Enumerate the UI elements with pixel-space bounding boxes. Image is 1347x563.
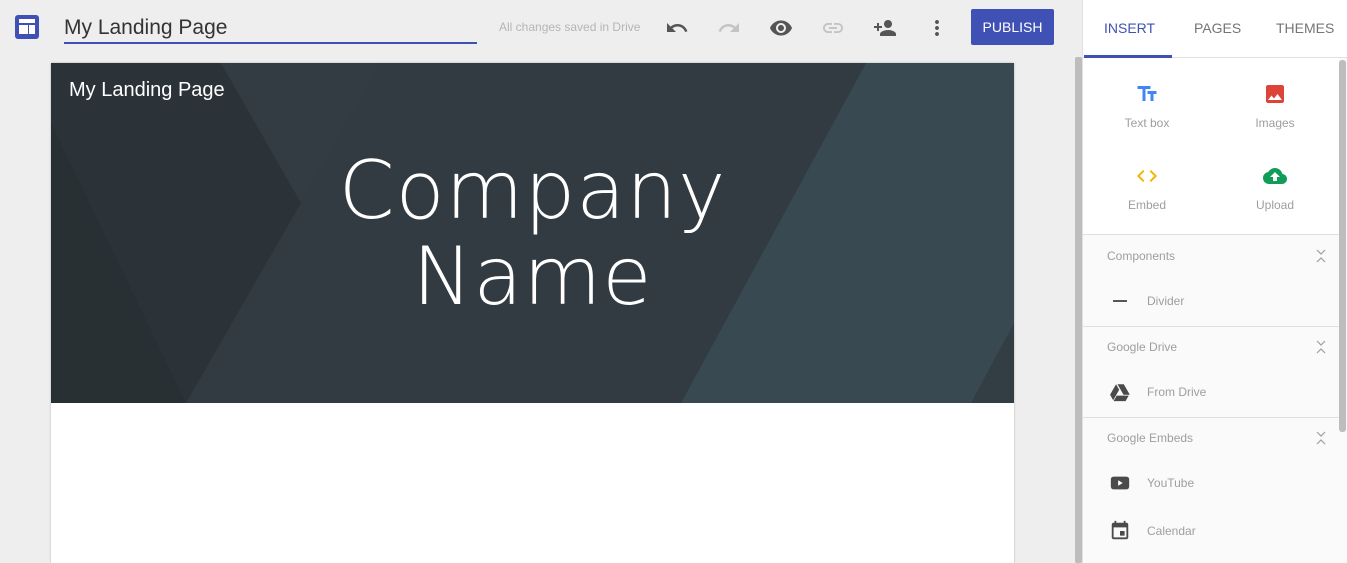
components-header: Components bbox=[1107, 249, 1176, 263]
canvas-scrollbar[interactable] bbox=[1075, 57, 1082, 563]
panel-tabs: INSERT PAGES THEMES bbox=[1083, 0, 1347, 58]
youtube-label: YouTube bbox=[1147, 476, 1195, 490]
editor-canvas: My Landing Page Company Name bbox=[0, 56, 1075, 563]
side-panel: INSERT PAGES THEMES Text box Images Embe… bbox=[1082, 0, 1347, 563]
more-vert-icon bbox=[935, 20, 939, 36]
calendar-label: Calendar bbox=[1147, 524, 1196, 538]
divider-label: Divider bbox=[1147, 294, 1185, 308]
more-button[interactable] bbox=[925, 16, 949, 40]
calendar-icon bbox=[1111, 520, 1129, 540]
site-title-input[interactable] bbox=[64, 14, 477, 44]
insert-embed[interactable]: Embed bbox=[1097, 164, 1197, 224]
copy-link-button[interactable] bbox=[821, 16, 845, 40]
hero-heading[interactable]: Company Name bbox=[51, 148, 1014, 320]
divider-icon bbox=[1113, 300, 1127, 302]
eye-icon bbox=[770, 20, 792, 36]
components-section: Components Divider bbox=[1083, 236, 1339, 327]
collapse-chevron-icon[interactable] bbox=[1315, 248, 1327, 264]
share-button[interactable] bbox=[873, 16, 897, 40]
tab-pages[interactable]: PAGES bbox=[1194, 20, 1241, 36]
hero-heading-line2: Name bbox=[412, 230, 653, 323]
site-page[interactable]: My Landing Page Company Name bbox=[51, 63, 1014, 563]
insert-images[interactable]: Images bbox=[1225, 82, 1325, 142]
google-drive-icon bbox=[1110, 384, 1130, 402]
youtube-icon bbox=[1110, 476, 1130, 490]
site-header-title[interactable]: My Landing Page bbox=[69, 79, 225, 102]
insert-grid: Text box Images Embed Upload bbox=[1083, 58, 1339, 235]
cloud-upload-icon bbox=[1263, 168, 1287, 184]
collapse-chevron-icon[interactable] bbox=[1315, 430, 1327, 446]
panel-scrollbar[interactable] bbox=[1339, 60, 1346, 432]
insert-upload[interactable]: Upload bbox=[1225, 164, 1325, 224]
insert-text-box[interactable]: Text box bbox=[1097, 82, 1197, 142]
save-status: All changes saved in Drive bbox=[499, 20, 641, 34]
insert-divider[interactable]: Divider bbox=[1083, 282, 1339, 322]
insert-from-drive[interactable]: From Drive bbox=[1083, 373, 1339, 413]
google-drive-section: Google Drive From Drive bbox=[1083, 327, 1339, 418]
google-embeds-header: Google Embeds bbox=[1107, 431, 1194, 445]
insert-calendar[interactable]: Calendar bbox=[1083, 512, 1339, 552]
top-bar: All changes saved in Drive PUBLISH bbox=[0, 0, 1082, 56]
undo-button[interactable] bbox=[665, 16, 689, 40]
tab-insert[interactable]: INSERT bbox=[1104, 20, 1155, 36]
redo-button[interactable] bbox=[717, 16, 741, 40]
insert-images-label: Images bbox=[1255, 116, 1295, 130]
insert-youtube[interactable]: YouTube bbox=[1083, 464, 1339, 504]
insert-upload-label: Upload bbox=[1255, 198, 1295, 212]
image-icon bbox=[1266, 85, 1284, 103]
hero-section[interactable]: My Landing Page Company Name bbox=[51, 63, 1014, 403]
embed-code-icon bbox=[1137, 170, 1157, 182]
insert-text-box-label: Text box bbox=[1124, 116, 1170, 130]
sites-layout-icon[interactable] bbox=[15, 15, 39, 39]
link-icon bbox=[823, 23, 843, 33]
google-drive-header: Google Drive bbox=[1107, 340, 1178, 354]
insert-embed-label: Embed bbox=[1127, 198, 1167, 212]
publish-button[interactable]: PUBLISH bbox=[971, 9, 1054, 45]
sites-editor: All changes saved in Drive PUBLISH bbox=[0, 0, 1347, 563]
add-person-icon bbox=[874, 20, 896, 36]
text-box-icon bbox=[1137, 86, 1157, 101]
content-section[interactable] bbox=[51, 403, 1014, 563]
collapse-chevron-icon[interactable] bbox=[1315, 339, 1327, 355]
undo-icon bbox=[667, 23, 688, 32]
hero-heading-line1: Company bbox=[338, 144, 727, 237]
tab-themes[interactable]: THEMES bbox=[1276, 20, 1334, 36]
from-drive-label: From Drive bbox=[1147, 385, 1207, 399]
redo-icon bbox=[718, 23, 739, 32]
preview-button[interactable] bbox=[769, 16, 793, 40]
google-embeds-section: Google Embeds YouTube Calendar bbox=[1083, 418, 1339, 563]
